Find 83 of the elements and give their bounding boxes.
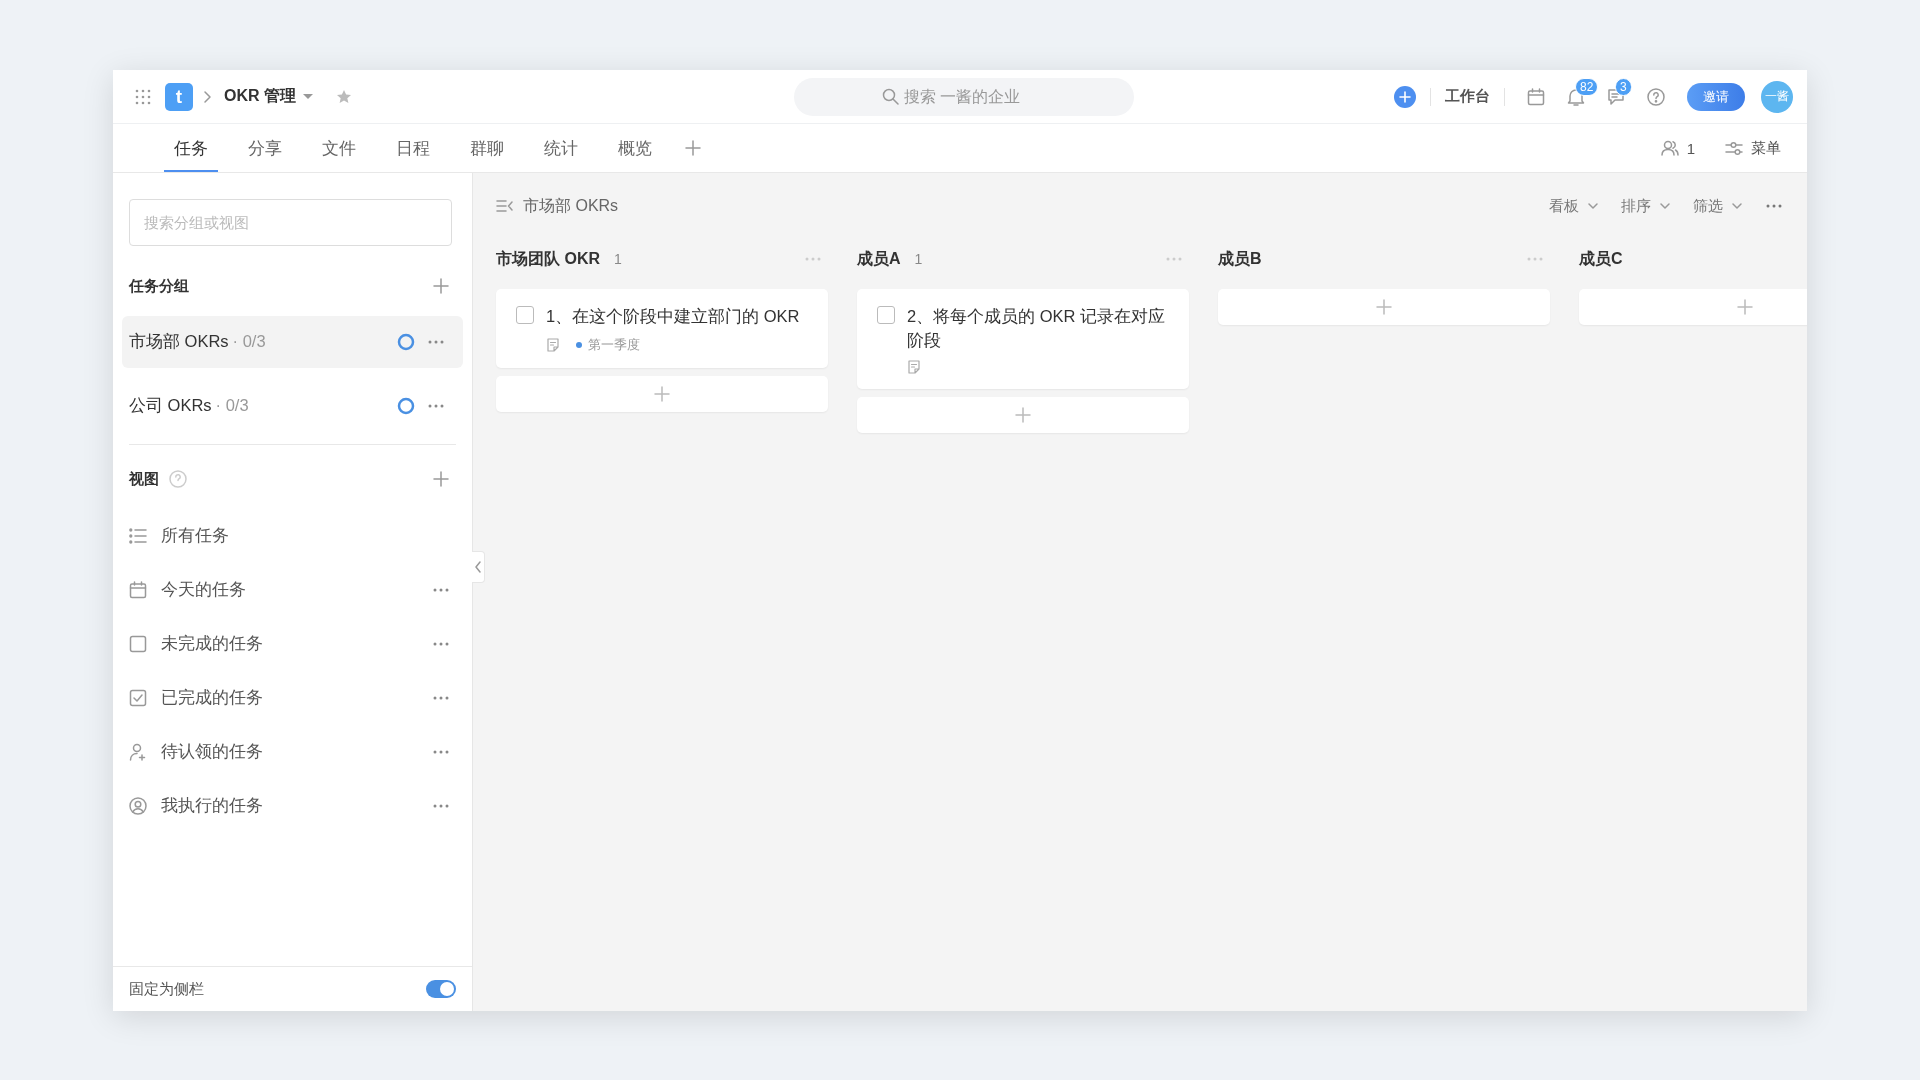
- collapse-sidebar-icon[interactable]: [496, 198, 513, 214]
- column-title: 成员C: [1579, 248, 1623, 269]
- caret-down-icon[interactable]: [302, 93, 314, 100]
- tab[interactable]: 分享: [238, 124, 292, 172]
- tab[interactable]: 概览: [608, 124, 662, 172]
- add-group-icon[interactable]: [432, 277, 450, 295]
- board-title: 市场部 OKRs: [523, 195, 620, 216]
- progress-ring-icon: [397, 397, 415, 415]
- members-button[interactable]: 1: [1654, 124, 1701, 172]
- more-icon[interactable]: [432, 803, 450, 809]
- more-icon[interactable]: [427, 403, 445, 409]
- plus-icon: [1736, 298, 1754, 316]
- person-circle-icon: [129, 797, 147, 815]
- progress-ring-icon: [397, 333, 415, 351]
- view-item[interactable]: 所有任务: [129, 509, 456, 563]
- app-grid-icon[interactable]: [135, 88, 151, 105]
- help-icon[interactable]: [169, 470, 187, 488]
- more-icon[interactable]: [427, 339, 445, 345]
- view-item[interactable]: 我执行的任务: [129, 779, 456, 833]
- help-icon[interactable]: [1647, 87, 1665, 106]
- list-icon: [129, 527, 147, 545]
- search-field[interactable]: 搜索 一酱的企业: [794, 77, 1134, 116]
- checkbox-icon: [129, 635, 147, 653]
- plus-icon: [653, 385, 671, 403]
- checked-box-icon: [129, 689, 147, 707]
- task-group-item[interactable]: 公司 OKRs · 0/3: [122, 380, 463, 432]
- note-icon: [907, 360, 921, 375]
- task-card[interactable]: 2、将每个成员的 OKR 记录在对应阶段: [857, 289, 1189, 389]
- toolbar-dropdown[interactable]: 筛选: [1693, 196, 1743, 216]
- workbench-button[interactable]: 工作台: [1445, 87, 1490, 106]
- task-title: 1、在这个阶段中建立部门的 OKR: [546, 306, 800, 327]
- message-badge: 3: [1615, 77, 1632, 96]
- tab[interactable]: 群聊: [460, 124, 514, 172]
- view-item[interactable]: 待认领的任务: [129, 725, 456, 779]
- notification-badge: 82: [1575, 77, 1599, 96]
- task-count: 1: [614, 251, 623, 267]
- pin-sidebar-label: 固定为侧栏: [129, 979, 204, 999]
- more-icon[interactable]: [432, 749, 450, 755]
- calendar-icon: [129, 581, 147, 599]
- add-view-icon[interactable]: [432, 470, 450, 488]
- task-title: 2、将每个成员的 OKR 记录在对应阶段: [907, 306, 1167, 351]
- project-title[interactable]: OKR 管理: [224, 86, 296, 107]
- chevron-down-icon: [1659, 202, 1671, 210]
- group-search-field[interactable]: 搜索分组或视图: [129, 199, 452, 246]
- more-icon[interactable]: [432, 587, 450, 593]
- more-icon[interactable]: [1765, 203, 1783, 209]
- collapse-handle[interactable]: [472, 551, 485, 583]
- task-checkbox[interactable]: [516, 306, 534, 324]
- star-icon[interactable]: [336, 88, 352, 105]
- tab[interactable]: 统计: [534, 124, 588, 172]
- chevron-down-icon: [1731, 202, 1743, 210]
- tab[interactable]: 任务: [164, 124, 218, 172]
- toolbar-dropdown[interactable]: 看板: [1549, 196, 1599, 216]
- calendar-icon[interactable]: [1527, 87, 1545, 106]
- users-icon: [1660, 139, 1679, 157]
- view-item[interactable]: 未完成的任务: [129, 617, 456, 671]
- chevron-down-icon: [1587, 202, 1599, 210]
- column-title: 成员A: [857, 248, 901, 269]
- task-checkbox[interactable]: [877, 306, 895, 324]
- more-icon[interactable]: [432, 641, 450, 647]
- breadcrumb-chevron-icon: [203, 89, 212, 104]
- create-button-icon[interactable]: [1394, 85, 1416, 108]
- note-icon: [546, 337, 560, 353]
- view-item[interactable]: 已完成的任务: [129, 671, 456, 725]
- chevron-left-icon: [475, 561, 481, 573]
- view-item[interactable]: 今天的任务: [129, 563, 456, 617]
- more-icon[interactable]: [432, 695, 450, 701]
- add-tab-icon[interactable]: [684, 139, 702, 157]
- tab[interactable]: 日程: [386, 124, 440, 172]
- column-title: 成员B: [1218, 248, 1262, 269]
- menu-button[interactable]: 菜单: [1719, 124, 1787, 172]
- person-add-icon: [129, 743, 147, 761]
- toolbar-dropdown[interactable]: 排序: [1621, 196, 1671, 216]
- section-title: 视图: [129, 469, 159, 489]
- task-count: 1: [914, 251, 924, 267]
- section-title: 任务分组: [129, 276, 189, 296]
- column-title: 市场团队 OKR: [496, 248, 600, 269]
- tab[interactable]: 文件: [312, 124, 366, 172]
- toggle-switch[interactable]: [426, 980, 456, 998]
- plus-icon: [1014, 406, 1032, 424]
- sliders-icon: [1725, 139, 1743, 157]
- plus-icon: [1375, 298, 1393, 316]
- task-group-item[interactable]: 市场部 OKRs · 0/3: [122, 316, 463, 368]
